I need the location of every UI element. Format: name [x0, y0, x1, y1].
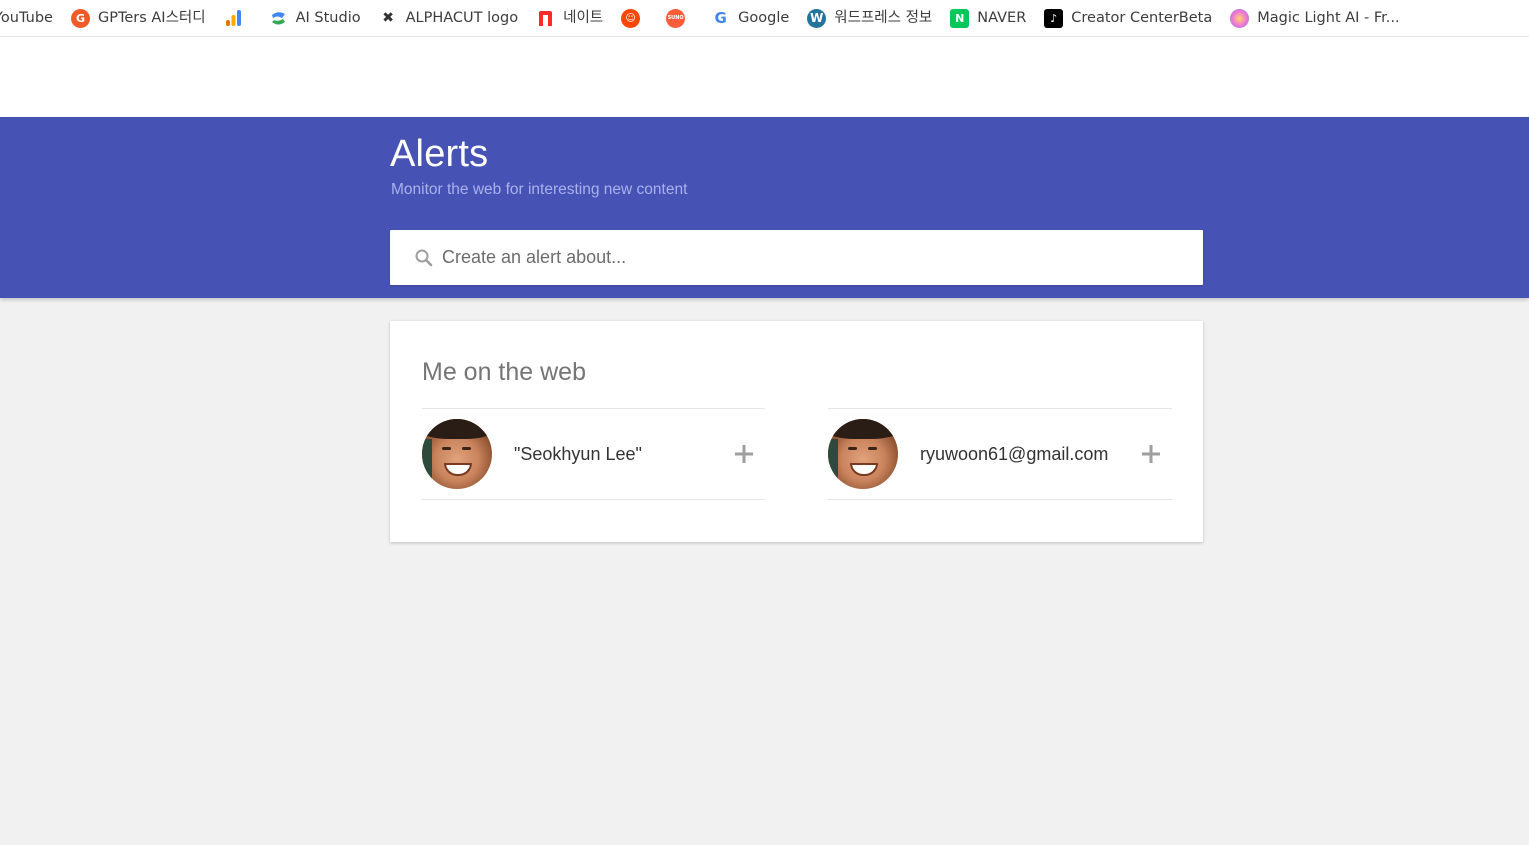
bookmarks-bar: YouTube G GPTers AI스터디 AI Studio ✖ ALPHA… — [0, 0, 1529, 37]
bookmark-ai-studio[interactable]: AI Studio — [269, 6, 361, 30]
bookmark-google[interactable]: G Google — [711, 6, 789, 30]
bookmark-gpters[interactable]: G GPTers AI스터디 — [70, 6, 206, 30]
bookmark-wordpress[interactable]: W 워드프레스 정보 — [807, 6, 932, 30]
me-on-web-card: Me on the web "Seokhyun Lee" ryuwoon61@g… — [390, 321, 1203, 542]
bookmark-label: Google — [738, 10, 790, 26]
suno-icon: SUNO — [666, 8, 686, 28]
bookmark-tiktok[interactable]: ♪ Creator CenterBeta — [1044, 6, 1212, 30]
bookmark-label: 네이트 — [563, 10, 604, 26]
magic-light-icon — [1230, 8, 1250, 28]
avatar — [422, 419, 492, 489]
bookmark-label: Creator CenterBeta — [1071, 10, 1213, 26]
google-icon: G — [714, 9, 727, 27]
bookmark-label: GPTers AI스터디 — [97, 10, 206, 26]
plus-icon — [735, 445, 753, 463]
page-top-spacer — [0, 37, 1529, 117]
bookmark-magic-light[interactable]: Magic Light AI - Fr... — [1230, 6, 1400, 30]
bookmark-label: 워드프레스 정보 — [834, 10, 933, 26]
page-title: Alerts — [390, 133, 489, 175]
bookmark-suno[interactable]: SUNO — [666, 6, 693, 30]
reddit-icon: ☺ — [621, 8, 641, 28]
bookmark-label: YouTube — [0, 10, 53, 26]
suggestion-label: "Seokhyun Lee" — [514, 443, 642, 464]
bookmark-naver[interactable]: N NAVER — [950, 6, 1026, 30]
add-alert-button[interactable] — [1136, 439, 1166, 469]
search-icon — [415, 249, 433, 266]
avatar — [828, 419, 898, 489]
wordpress-icon: W — [807, 8, 827, 28]
bookmark-label: NAVER — [977, 10, 1027, 26]
nate-icon — [536, 9, 555, 28]
bookmark-nate[interactable]: 네이트 — [536, 6, 603, 30]
create-alert-input[interactable] — [442, 247, 1182, 268]
bookmark-reddit[interactable]: ☺ — [621, 6, 648, 30]
add-alert-button[interactable] — [729, 439, 759, 469]
card-title: Me on the web — [422, 358, 586, 386]
tiktok-icon: ♪ — [1044, 8, 1064, 28]
naver-icon: N — [950, 8, 970, 28]
bookmark-label: ALPHACUT logo — [405, 10, 519, 26]
gpters-icon: G — [70, 8, 90, 28]
suggestion-label: ryuwoon61@gmail.com — [920, 443, 1109, 464]
bookmark-youtube[interactable]: YouTube — [0, 6, 53, 30]
alphacut-icon: ✖ — [382, 10, 394, 26]
suggestion-item: ryuwoon61@gmail.com — [828, 408, 1172, 500]
bookmark-analytics[interactable] — [224, 6, 251, 30]
bookmark-alphacut[interactable]: ✖ ALPHACUT logo — [379, 6, 519, 30]
page-subtitle: Monitor the web for interesting new cont… — [391, 181, 688, 198]
plus-icon — [1142, 445, 1160, 463]
suggestion-item: "Seokhyun Lee" — [422, 408, 765, 500]
create-alert-box[interactable] — [390, 230, 1203, 285]
ai-studio-icon — [269, 9, 288, 28]
bookmark-label: AI Studio — [295, 10, 361, 26]
bookmark-label: Magic Light AI - Fr... — [1257, 10, 1400, 26]
analytics-icon — [224, 9, 243, 28]
